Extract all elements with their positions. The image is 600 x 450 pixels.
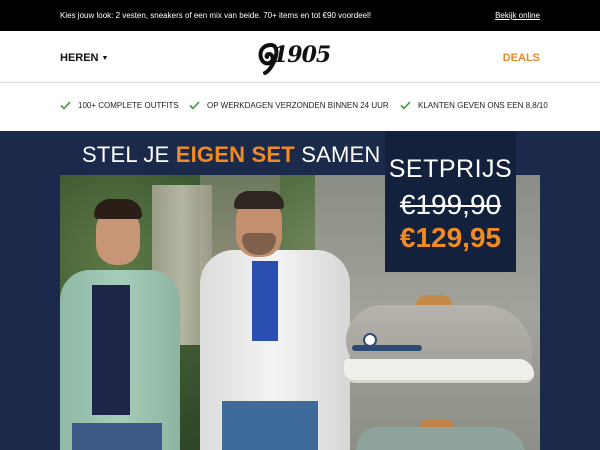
promo-bar: Kies jouw look: 2 vesten, sneakers of ee… — [0, 0, 600, 31]
usp-item-shipping: OP WERKDAGEN VERZONDEN BINNEN 24 UUR — [189, 101, 389, 111]
check-icon — [60, 101, 71, 111]
hero-title: STEL JE EIGEN SET SAMEN — [82, 142, 380, 168]
price-old: €199,90 — [399, 189, 502, 220]
promo-text: Kies jouw look: 2 vesten, sneakers of ee… — [60, 11, 372, 20]
heren-menu-button[interactable]: HEREN ▼ — [60, 52, 108, 64]
hero-title-part2: SAMEN — [294, 142, 381, 167]
usp-bar: 100+ COMPLETE OUTFITS OP WERKDAGEN VERZO… — [0, 84, 600, 131]
header: HEREN ▼ 1905 DEALS — [0, 31, 600, 83]
email-page: Kies jouw look: 2 vesten, sneakers of ee… — [0, 0, 600, 450]
deals-link[interactable]: DEALS — [503, 52, 540, 64]
hero-title-part1: STEL JE — [82, 142, 176, 167]
usp-item-rating: KLANTEN GEVEN ONS EEN 8,8/10 — [400, 101, 548, 111]
price-new: €129,95 — [399, 222, 502, 253]
hero-title-highlight: EIGEN SET — [175, 142, 295, 167]
check-icon — [189, 101, 200, 111]
usp-label: OP WERKDAGEN VERZONDEN BINNEN 24 UUR — [207, 101, 389, 110]
price-box: SETPRIJS €199,90 €129,95 — [385, 131, 516, 272]
usp-label: KLANTEN GEVEN ONS EEN 8,8/10 — [418, 101, 548, 110]
brand-logo[interactable]: 1905 — [257, 39, 347, 77]
heren-menu-label: HEREN — [60, 52, 99, 64]
usp-item-outfits: 100+ COMPLETE OUTFITS — [60, 101, 179, 111]
hero-banner[interactable]: STEL JE EIGEN SET SAMEN SETPRIJS €199,90… — [0, 131, 600, 450]
price-label: SETPRIJS — [388, 155, 513, 183]
view-online-link[interactable]: Bekijk online — [495, 11, 540, 20]
caret-down-icon: ▼ — [101, 54, 109, 62]
logo-text: 1905 — [273, 42, 331, 68]
check-icon — [400, 101, 411, 111]
usp-label: 100+ COMPLETE OUTFITS — [78, 101, 179, 110]
